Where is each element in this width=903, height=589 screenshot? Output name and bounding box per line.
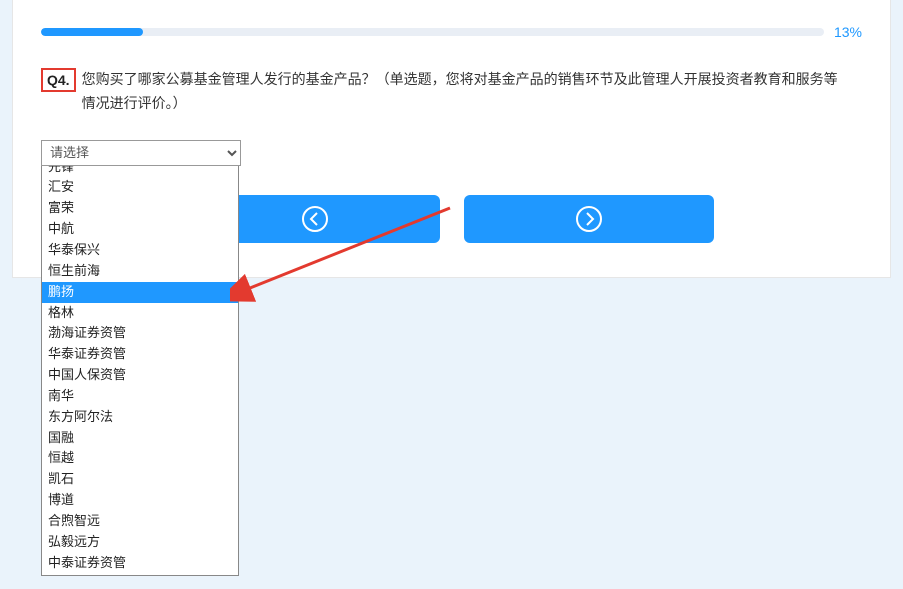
question-text: 您购买了哪家公募基金管理人发行的基金产品？（单选题，您将对基金产品的销售环节及此… [82,68,842,116]
dropdown-option[interactable]: 中庚 [42,573,238,575]
fund-manager-select[interactable]: 请选择 [41,140,241,166]
dropdown-option[interactable]: 汇安 [42,177,238,198]
progress-fill [41,28,143,36]
progress-row: 13% [41,24,862,40]
dropdown-option[interactable]: 渤海证券资管 [42,323,238,344]
dropdown-option[interactable]: 恒生前海 [42,261,238,282]
progress-bar [41,28,824,36]
dropdown-option[interactable]: 国融 [42,428,238,449]
dropdown-option[interactable]: 东方阿尔法 [42,407,238,428]
question-number: Q4. [41,68,76,92]
dropdown-option[interactable]: 先锋 [42,166,238,178]
dropdown-option[interactable]: 华泰证券资管 [42,344,238,365]
dropdown-option[interactable]: 中泰证券资管 [42,553,238,574]
survey-card: 13% Q4. 您购买了哪家公募基金管理人发行的基金产品？（单选题，您将对基金产… [12,0,891,278]
dropdown-option[interactable]: 合煦智远 [42,511,238,532]
next-button[interactable] [464,195,714,243]
dropdown-option[interactable]: 中航 [42,219,238,240]
dropdown-option[interactable]: 凯石 [42,469,238,490]
arrow-right-icon [575,205,603,233]
progress-percent: 13% [834,24,862,40]
dropdown-option[interactable]: 南华 [42,386,238,407]
dropdown-option[interactable]: 中国人保资管 [42,365,238,386]
dropdown-option[interactable]: 华泰保兴 [42,240,238,261]
dropdown-option[interactable]: 格林 [42,303,238,324]
dropdown-option[interactable]: 博道 [42,490,238,511]
dropdown-option[interactable]: 鹏扬 [42,282,238,303]
arrow-left-icon [301,205,329,233]
dropdown-option[interactable]: 恒越 [42,448,238,469]
question-block: Q4. 您购买了哪家公募基金管理人发行的基金产品？（单选题，您将对基金产品的销售… [41,68,862,116]
dropdown-option[interactable]: 富荣 [42,198,238,219]
dropdown-list[interactable]: 先锋 汇安富荣中航华泰保兴恒生前海鹏扬格林渤海证券资管华泰证券资管中国人保资管南… [41,166,239,576]
select-wrapper: 请选择 先锋 汇安富荣中航华泰保兴恒生前海鹏扬格林渤海证券资管华泰证券资管中国人… [41,140,241,166]
dropdown-option[interactable]: 弘毅远方 [42,532,238,553]
